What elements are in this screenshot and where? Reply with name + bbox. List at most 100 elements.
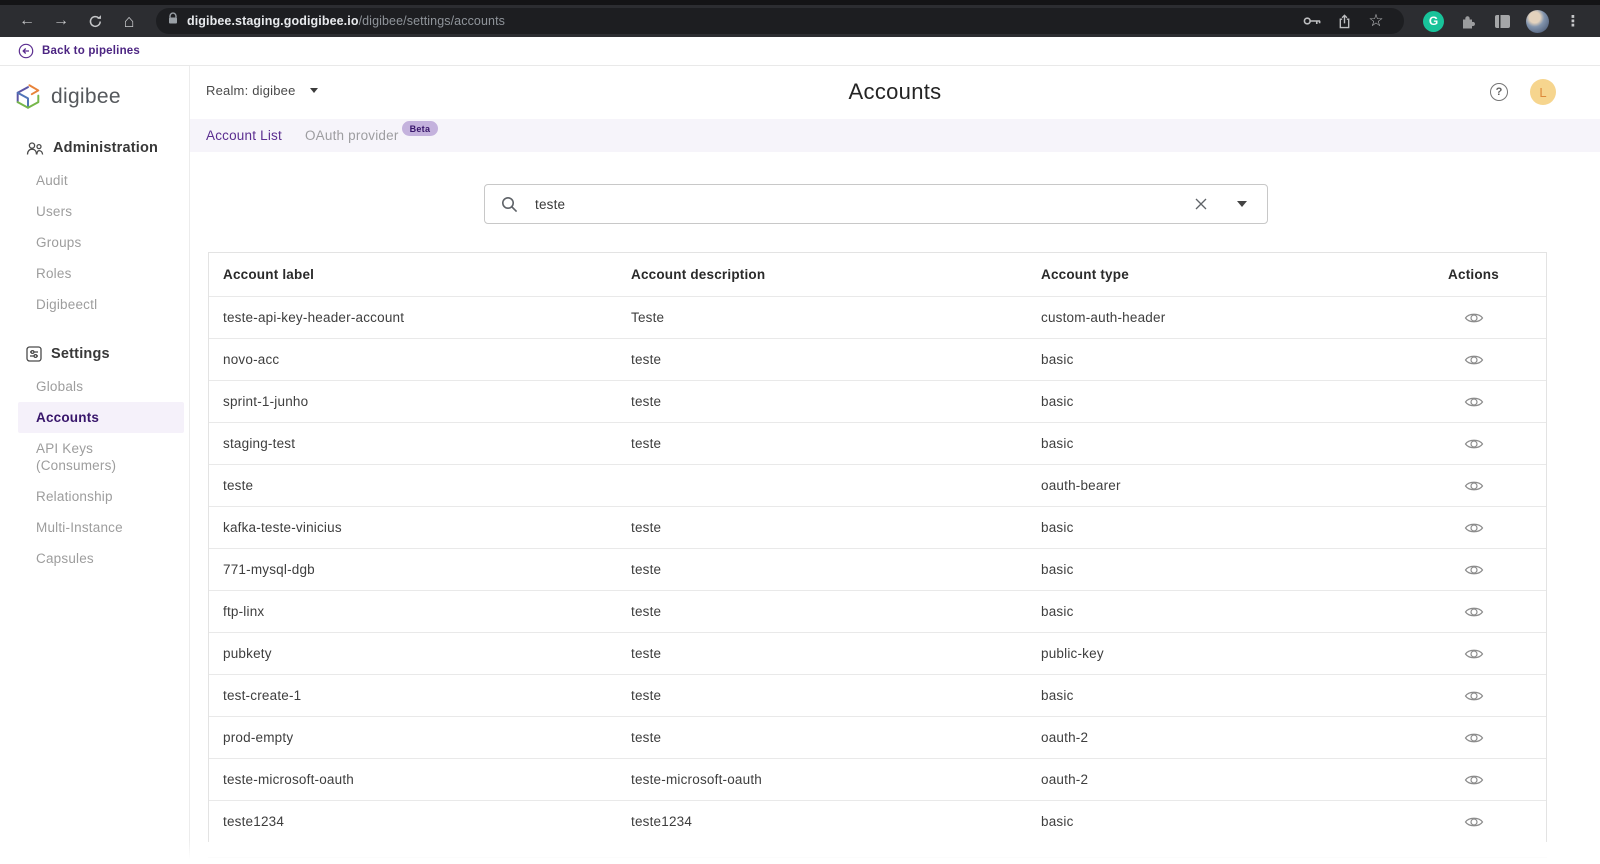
sidebar: digibee Administration AuditUsersGroupsR…	[0, 66, 190, 864]
sidebar-item[interactable]: Audit	[0, 165, 189, 196]
extensions-zone: G ⋮	[1416, 9, 1590, 33]
account-label-cell: 771-mysql-dgb	[223, 562, 631, 577]
browser-forward-icon[interactable]: →	[49, 9, 73, 33]
account-label-cell: teste1234	[223, 814, 631, 829]
accounts-table: Account label Account description Accoun…	[208, 252, 1547, 842]
table-row: 771-mysql-dgb teste basic	[209, 548, 1546, 590]
account-type-cell: basic	[1041, 520, 1401, 535]
actions-cell	[1401, 815, 1546, 829]
view-account-eye-icon[interactable]	[1464, 479, 1484, 493]
table-row: prod-empty teste oauth-2	[209, 716, 1546, 758]
sidebar-item[interactable]: Groups	[0, 227, 189, 258]
account-description-cell: teste	[631, 688, 1041, 703]
search-box	[484, 184, 1268, 224]
sidebar-item[interactable]: API Keys (Consumers)	[0, 433, 189, 481]
sidebar-item[interactable]: Users	[0, 196, 189, 227]
actions-cell	[1401, 563, 1546, 577]
table-row: novo-acc teste basic	[209, 338, 1546, 380]
administration-section-label: Administration	[53, 140, 158, 156]
column-account-label: Account label	[223, 267, 631, 282]
bookmark-star-icon[interactable]: ☆	[1364, 9, 1388, 33]
sidebar-item[interactable]: Roles	[0, 258, 189, 289]
view-account-eye-icon[interactable]	[1464, 311, 1484, 325]
browser-profile-avatar[interactable]	[1526, 10, 1549, 33]
administration-users-icon	[26, 141, 44, 156]
extensions-puzzle-icon[interactable]	[1456, 9, 1480, 33]
actions-cell	[1401, 521, 1546, 535]
settings-section-label: Settings	[51, 346, 110, 362]
side-panel-icon[interactable]	[1490, 9, 1514, 33]
account-description-cell: teste	[631, 646, 1041, 661]
back-to-pipelines-link[interactable]: Back to pipelines	[10, 43, 140, 59]
sidebar-item[interactable]: Globals	[0, 371, 189, 402]
search-dropdown-caret-icon[interactable]	[1237, 201, 1247, 207]
browser-menu-icon[interactable]: ⋮	[1561, 9, 1585, 33]
account-description-cell: teste	[631, 520, 1041, 535]
table-row: teste-api-key-header-account Teste custo…	[209, 296, 1546, 338]
back-bar: Back to pipelines	[0, 37, 1600, 66]
search-input[interactable]	[535, 197, 1192, 212]
digibee-logo[interactable]: digibee	[0, 66, 189, 112]
digibee-cube-icon	[13, 82, 43, 112]
back-to-pipelines-label: Back to pipelines	[42, 45, 140, 57]
actions-cell	[1401, 647, 1546, 661]
browser-back-icon[interactable]: ←	[15, 9, 39, 33]
page-title: Accounts	[190, 79, 1600, 105]
actions-cell	[1401, 311, 1546, 325]
administration-items: AuditUsersGroupsRolesDigibeectl	[0, 165, 189, 320]
account-description-cell: teste	[631, 562, 1041, 577]
table-row: kafka-teste-vinicius teste basic	[209, 506, 1546, 548]
account-description-cell: teste1234	[631, 814, 1041, 829]
tab-oauth-provider[interactable]: OAuth provider Beta	[305, 128, 438, 143]
grammarly-extension-icon[interactable]: G	[1423, 11, 1444, 32]
search-icon	[501, 196, 518, 213]
actions-cell	[1401, 395, 1546, 409]
actions-cell	[1401, 731, 1546, 745]
column-account-type: Account type	[1041, 267, 1401, 282]
table-row: sprint-1-junho teste basic	[209, 380, 1546, 422]
view-account-eye-icon[interactable]	[1464, 731, 1484, 745]
view-account-eye-icon[interactable]	[1464, 353, 1484, 367]
view-account-eye-icon[interactable]	[1464, 395, 1484, 409]
sidebar-item[interactable]: Capsules	[0, 543, 189, 574]
browser-reload-icon[interactable]	[83, 9, 107, 33]
view-account-eye-icon[interactable]	[1464, 815, 1484, 829]
account-label-cell: teste-api-key-header-account	[223, 310, 631, 325]
content-header: Realm: digibee Accounts ? L	[190, 66, 1600, 119]
table-row: teste-microsoft-oauth teste-microsoft-oa…	[209, 758, 1546, 800]
view-account-eye-icon[interactable]	[1464, 647, 1484, 661]
account-description-cell: Teste	[631, 310, 1041, 325]
sidebar-item[interactable]: Digibeectl	[0, 289, 189, 320]
sidebar-item[interactable]: Multi-Instance	[0, 512, 189, 543]
main-content: Realm: digibee Accounts ? L Account List…	[190, 66, 1600, 864]
view-account-eye-icon[interactable]	[1464, 605, 1484, 619]
help-icon[interactable]: ?	[1490, 83, 1508, 101]
url-bar[interactable]: digibee.staging.godigibee.io/digibee/set…	[156, 8, 1404, 34]
view-account-eye-icon[interactable]	[1464, 437, 1484, 451]
settings-section-header: Settings	[0, 346, 189, 362]
view-account-eye-icon[interactable]	[1464, 689, 1484, 703]
account-label-cell: novo-acc	[223, 352, 631, 367]
sidebar-item[interactable]: Relationship	[0, 481, 189, 512]
share-icon[interactable]	[1332, 9, 1356, 33]
user-avatar[interactable]: L	[1530, 79, 1556, 105]
tab-account-list-label: Account List	[206, 128, 282, 143]
tab-account-list[interactable]: Account List	[206, 128, 282, 143]
browser-home-icon[interactable]: ⌂	[117, 9, 141, 33]
account-type-cell: basic	[1041, 562, 1401, 577]
account-label-cell: kafka-teste-vinicius	[223, 520, 631, 535]
password-key-icon[interactable]	[1300, 9, 1324, 33]
digibee-logo-text: digibee	[51, 85, 121, 109]
account-description-cell: teste	[631, 394, 1041, 409]
view-account-eye-icon[interactable]	[1464, 521, 1484, 535]
account-label-cell: staging-test	[223, 436, 631, 451]
view-account-eye-icon[interactable]	[1464, 563, 1484, 577]
url-text: digibee.staging.godigibee.io/digibee/set…	[187, 14, 1296, 28]
account-type-cell: basic	[1041, 436, 1401, 451]
sidebar-item[interactable]: Accounts	[18, 402, 184, 433]
account-label-cell: prod-empty	[223, 730, 631, 745]
table-row: staging-test teste basic	[209, 422, 1546, 464]
view-account-eye-icon[interactable]	[1464, 773, 1484, 787]
clear-search-icon[interactable]	[1192, 195, 1210, 213]
sidebar-section-administration: Administration AuditUsersGroupsRolesDigi…	[0, 140, 189, 320]
